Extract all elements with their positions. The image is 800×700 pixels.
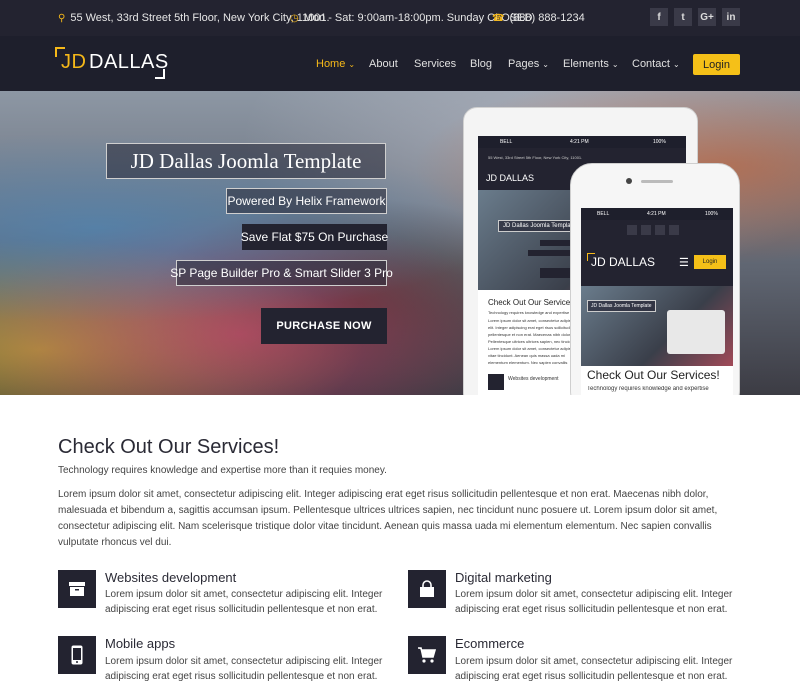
facebook-icon (627, 225, 637, 235)
twitter-icon (641, 225, 651, 235)
main-header: JD DALLAS Home ⌄ About Services Blog Pag… (0, 36, 800, 91)
tablet-section-title: Check Out Our Services! (488, 298, 577, 307)
chevron-down-icon: ⌄ (611, 60, 619, 69)
google-plus-icon (655, 225, 665, 235)
chevron-down-icon: ⌄ (542, 60, 549, 69)
linkedin-icon[interactable]: in (722, 8, 740, 26)
tablet-line: pellentesque et non erat. Maecenas nibh … (488, 332, 572, 337)
nav-services[interactable]: Services (414, 58, 456, 70)
phone-time: 4:21 PM (647, 211, 666, 217)
tablet-line: elementum elementum. Nec sapien convalli… (488, 360, 568, 365)
purchase-now-button[interactable]: PURCHASE NOW (261, 308, 387, 344)
tablet-logo: JD DALLAS (486, 173, 535, 183)
phone-mockup: BELL 4:21 PM 100% JD DALLAS ☰ Login JD D… (570, 163, 740, 395)
tablet-section-sub: Technology requires knowledge and expert… (488, 310, 570, 315)
service-desc-ecommerce: Lorem ipsum dolor sit amet, consectetur … (455, 656, 733, 682)
tablet-hero-tag (540, 240, 572, 246)
phone-hero-device (667, 310, 725, 354)
phone-hero-title: JD Dallas Joomla Template (587, 300, 656, 312)
tablet-battery: 100% (653, 139, 666, 145)
tablet-line: Pellentesque ultrices ultrices sapien, n… (488, 339, 577, 344)
nav-home[interactable]: Home ⌄ (316, 58, 355, 70)
chevron-down-icon: ⌄ (672, 60, 680, 69)
shopping-cart-icon (408, 636, 446, 674)
tablet-time: 4:21 PM (570, 139, 589, 145)
phone-text: (888) 888-1234 (509, 12, 585, 24)
shopping-bag-icon (408, 570, 446, 608)
nav-home-label: Home (316, 58, 346, 70)
hero-banner: JD Dallas Joomla Template Powered By Hel… (0, 91, 800, 395)
services-body: Lorem ipsum dolor sit amet, consectetur … (58, 489, 718, 548)
nav-elements[interactable]: Elements ⌄ (563, 58, 619, 70)
twitter-icon[interactable]: t (674, 8, 692, 26)
phone-camera (626, 178, 632, 184)
service-desc-mobile: Lorem ipsum dolor sit amet, consectetur … (105, 656, 383, 682)
phone-screen: BELL 4:21 PM 100% JD DALLAS ☰ Login JD D… (581, 208, 733, 395)
hero-tag-builder: SP Page Builder Pro & Smart Slider 3 Pro (170, 260, 393, 286)
address-info: ⚲ 55 West, 33rd Street 5th Floor, New Yo… (58, 12, 330, 24)
tablet-hero-button (540, 268, 572, 278)
hero-tag-discount: Save Flat $75 On Purchase (241, 224, 388, 250)
nav-elements-label: Elements (563, 58, 609, 70)
hamburger-menu-icon: ☰ (679, 257, 689, 269)
site-logo[interactable]: JD DALLAS (55, 47, 168, 79)
service-title-websites: Websites development (105, 570, 237, 585)
linkedin-icon (669, 225, 679, 235)
tablet-carrier: BELL (500, 139, 513, 145)
box-icon (58, 570, 96, 608)
logo-dallas: DALLAS (89, 51, 169, 73)
tablet-line: elit. Integer adipiscing erat eget risus… (488, 325, 573, 330)
login-button[interactable]: Login (693, 54, 740, 75)
nav-pages-label: Pages (508, 58, 540, 70)
service-desc-websites: Lorem ipsum dolor sit amet, consectetur … (105, 589, 383, 615)
service-title-ecommerce: Ecommerce (455, 636, 525, 651)
phone-battery: 100% (705, 211, 718, 217)
phone-section-title: Check Out Our Services! (587, 368, 720, 382)
hero-tag-helix: Powered By Helix Framework (226, 188, 387, 214)
tablet-hero-tag (528, 250, 572, 256)
top-info-bar: ⚲ 55 West, 33rd Street 5th Floor, New Yo… (0, 0, 800, 36)
chevron-down-icon: ⌄ (348, 60, 356, 69)
services-title: Check Out Our Services! (58, 436, 280, 458)
nav-pages[interactable]: Pages ⌄ (508, 58, 549, 70)
clock-icon: ◷ (290, 12, 299, 24)
phone-login-button: Login (694, 255, 726, 269)
hero-title: JD Dallas Joomla Template (106, 143, 386, 179)
service-title-mobile: Mobile apps (105, 636, 176, 651)
phone-info: ☎ (888) 888-1234 (492, 12, 585, 24)
tablet-service-icon (488, 374, 504, 390)
services-subtitle: Technology requires knowledge and expert… (58, 465, 387, 476)
phone-social-bar (581, 220, 733, 240)
google-plus-icon[interactable]: G+ (698, 8, 716, 26)
nav-about[interactable]: About (369, 58, 398, 70)
nav-contact-label: Contact (632, 58, 670, 70)
phone-speaker (641, 180, 673, 183)
phone-logo: JD DALLAS (591, 255, 656, 269)
nav-contact[interactable]: Contact ⌄ (632, 58, 680, 70)
tablet-line: Lorem ipsum dolor sit amet, consectetur … (488, 346, 579, 351)
tablet-line: Lorem ipsum dolor sit amet, consectetur … (488, 318, 579, 323)
phone-hero: JD Dallas Joomla Template (581, 286, 733, 366)
phone-carrier: BELL (597, 211, 610, 217)
nav-blog[interactable]: Blog (470, 58, 492, 70)
map-marker-icon: ⚲ (58, 12, 66, 24)
phone-section-sub: Technology requires knowledge and expert… (587, 386, 709, 392)
service-title-marketing: Digital marketing (455, 570, 552, 585)
tablet-service-title: Websites development (508, 376, 559, 382)
facebook-icon[interactable]: f (650, 8, 668, 26)
tablet-hero-title: JD Dallas Joomla Template (498, 220, 581, 232)
mobile-phone-icon (58, 636, 96, 674)
phone-header: JD DALLAS ☰ Login (581, 240, 733, 286)
service-desc-marketing: Lorem ipsum dolor sit amet, consectetur … (455, 589, 733, 615)
phone-status-bar: BELL 4:21 PM 100% (581, 208, 733, 220)
tablet-line: vitae tincidunt. Aenean quis massa uada … (488, 353, 565, 358)
phone-icon: ☎ (492, 12, 505, 24)
logo-jd: JD (61, 51, 87, 73)
tablet-status-bar: BELL 4:21 PM 100% (478, 136, 686, 148)
